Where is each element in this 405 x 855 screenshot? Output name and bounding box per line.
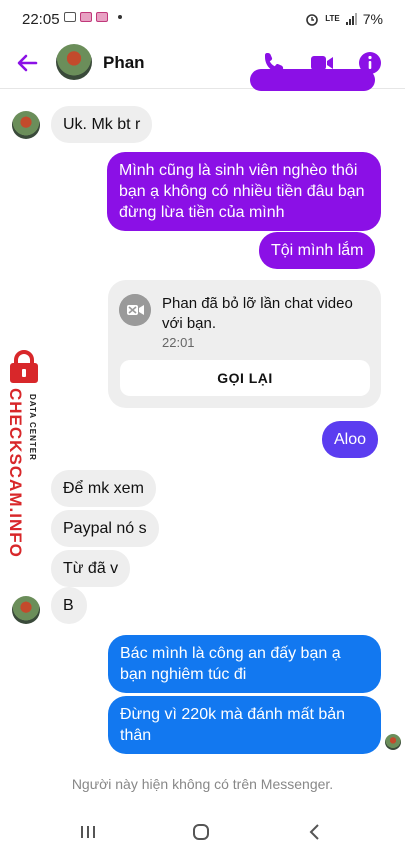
messenger-notification-icon — [80, 12, 92, 22]
seen-avatar — [385, 734, 401, 750]
message-outgoing[interactable]: Tội mình lắm — [259, 232, 376, 269]
notification-icons — [64, 12, 122, 22]
lock-icon — [10, 350, 38, 383]
missed-call-text: Phan đã bỏ lỡ lần chat video với bạn. — [162, 295, 353, 332]
back-arrow-icon[interactable] — [14, 50, 40, 76]
sender-avatar[interactable] — [12, 596, 40, 624]
watermark: CHECKSCAM.INFO DATA CENTER — [2, 350, 46, 558]
status-time: 22:05 — [22, 11, 60, 28]
contact-avatar[interactable] — [56, 44, 92, 80]
system-navigation-bar — [0, 807, 405, 855]
call-back-button[interactable]: GỌI LẠI — [120, 360, 370, 396]
alarm-icon — [306, 14, 319, 26]
message-outgoing[interactable]: Đừng vì 220k mà đánh mất bản thân — [108, 696, 381, 754]
message-outgoing[interactable]: Aloo — [322, 421, 379, 458]
message-incoming[interactable]: Uk. Mk bt r — [51, 106, 153, 143]
missed-call-card: Phan đã bỏ lỡ lần chat video với bạn. 22… — [108, 280, 381, 408]
more-notifications-icon — [118, 15, 122, 19]
signal-icon — [345, 13, 357, 25]
gallery-icon — [64, 12, 76, 22]
sender-avatar[interactable] — [12, 111, 40, 139]
contact-name[interactable]: Phan — [103, 53, 145, 73]
home-icon[interactable] — [186, 821, 216, 843]
message-outgoing[interactable]: Bác mình là công an đấy bạn ạ bạn nghiêm… — [108, 635, 381, 693]
back-nav-icon[interactable] — [300, 821, 330, 843]
message-bubble-partial[interactable] — [250, 69, 375, 91]
message-incoming[interactable]: B — [51, 587, 87, 624]
status-right: LTE 7% — [305, 11, 383, 27]
status-bar: 22:05 LTE 7% — [0, 0, 405, 38]
message-incoming[interactable]: Từ đã v — [51, 550, 131, 587]
unavailable-note: Người này hiện không có trên Messenger. — [71, 776, 334, 792]
message-outgoing[interactable]: Mình cũng là sinh viên nghèo thôi bạn ạ … — [107, 152, 381, 231]
message-incoming[interactable]: Để mk xem — [51, 470, 156, 507]
watermark-sub: DATA CENTER — [28, 394, 37, 461]
network-type: LTE — [325, 14, 340, 23]
watermark-brand: CHECKSCAM.INFO — [6, 388, 25, 558]
battery-level: 7% — [362, 11, 383, 27]
recents-icon[interactable] — [73, 821, 103, 843]
missed-call-time: 22:01 — [162, 335, 195, 350]
chat-notification-icon — [96, 12, 108, 22]
missed-video-call-icon — [119, 294, 151, 326]
message-incoming[interactable]: Paypal nó s — [51, 510, 159, 547]
message-list[interactable]: Uk. Mk bt r Mình cũng là sinh viên nghèo… — [0, 69, 405, 789]
